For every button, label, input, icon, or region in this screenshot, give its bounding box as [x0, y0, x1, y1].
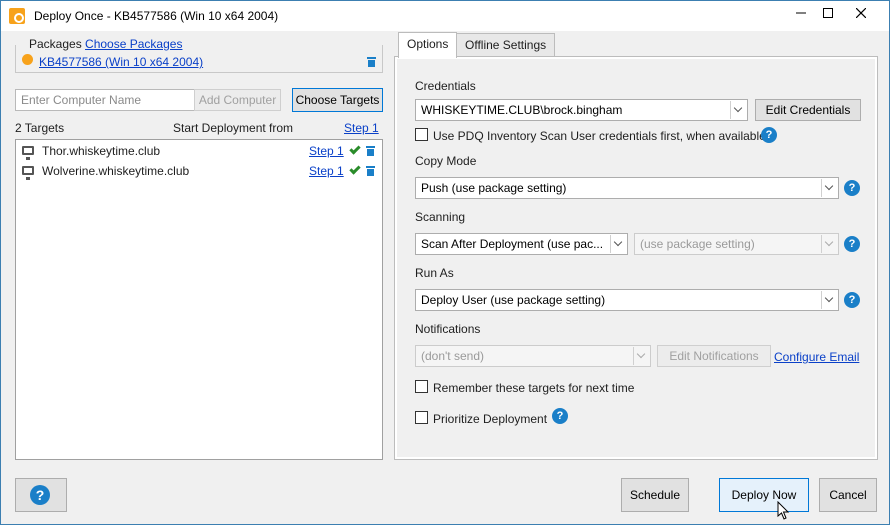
close-button[interactable] — [846, 1, 876, 29]
title-bar: Deploy Once - KB4577586 (Win 10 x64 2004… — [1, 1, 889, 31]
remove-target-trash-icon[interactable] — [366, 145, 375, 156]
edit-notifications-button[interactable]: Edit Notifications — [657, 345, 771, 367]
credentials-value: WHISKEYTIME.CLUB\brock.bingham — [421, 103, 623, 117]
chevron-down-icon — [633, 347, 649, 365]
deploy-now-button[interactable]: Deploy Now — [719, 478, 809, 512]
notifications-select[interactable]: (don't send) — [415, 345, 651, 367]
help-icon[interactable]: ? — [761, 127, 777, 143]
prioritize-deployment-checkbox[interactable] — [415, 411, 428, 424]
pdq-deploy-app-icon — [9, 8, 25, 24]
chevron-down-icon — [821, 235, 837, 253]
help-icon[interactable]: ? — [552, 408, 568, 424]
close-icon — [855, 7, 867, 19]
scan-profile-value: (use package setting) — [640, 237, 755, 251]
help-icon[interactable]: ? — [844, 180, 860, 196]
remember-targets-label: Remember these targets for next time — [433, 381, 635, 395]
add-computer-button[interactable]: Add Computer — [194, 89, 281, 111]
tab-options[interactable]: Options — [398, 32, 458, 58]
copy-mode-select[interactable]: Push (use package setting) — [415, 177, 839, 199]
cancel-button[interactable]: Cancel — [819, 478, 877, 512]
target-name: Thor.whiskeytime.club — [42, 144, 161, 158]
edit-credentials-button[interactable]: Edit Credentials — [755, 99, 861, 121]
scanning-select[interactable]: Scan After Deployment (use pac... — [415, 233, 628, 255]
remember-targets-checkbox[interactable] — [415, 380, 428, 393]
target-name: Wolverine.whiskeytime.club — [42, 164, 190, 178]
notifications-value: (don't send) — [421, 349, 484, 363]
copy-mode-label: Copy Mode — [415, 154, 477, 168]
credentials-label: Credentials — [415, 79, 476, 93]
target-row[interactable]: Wolverine.whiskeytime.club Step 1 — [16, 162, 382, 182]
schedule-button[interactable]: Schedule — [621, 478, 689, 512]
chevron-down-icon — [610, 235, 626, 253]
scan-profile-select[interactable]: (use package setting) — [634, 233, 839, 255]
targets-list: Thor.whiskeytime.club Step 1 Wolverine.w… — [15, 139, 383, 460]
question-icon: ? — [30, 485, 50, 505]
credentials-select[interactable]: WHISKEYTIME.CLUB\brock.bingham — [415, 99, 748, 121]
chevron-down-icon — [821, 291, 837, 309]
scanning-value: Scan After Deployment (use pac... — [421, 237, 604, 251]
run-as-select[interactable]: Deploy User (use package setting) — [415, 289, 839, 311]
configure-email-link[interactable]: Configure Email — [774, 350, 859, 364]
choose-targets-button[interactable]: Choose Targets — [292, 88, 383, 112]
help-icon[interactable]: ? — [844, 236, 860, 252]
remove-package-trash-icon[interactable] — [367, 56, 376, 67]
deploy-once-window: Deploy Once - KB4577586 (Win 10 x64 2004… — [0, 0, 890, 525]
copy-mode-value: Push (use package setting) — [421, 181, 567, 195]
help-button[interactable]: ? — [15, 478, 67, 512]
computer-icon — [22, 146, 34, 160]
run-as-label: Run As — [415, 266, 454, 280]
start-deployment-from-label: Start Deployment from — [173, 121, 294, 135]
maximize-icon — [823, 8, 833, 18]
target-step-link[interactable]: Step 1 — [309, 144, 344, 158]
maximize-button[interactable] — [813, 1, 843, 29]
remove-target-trash-icon[interactable] — [366, 165, 375, 176]
start-deployment-step-link[interactable]: Step 1 — [344, 121, 379, 135]
scanning-label: Scanning — [415, 210, 466, 224]
packages-legend: Packages Choose Packages — [25, 37, 187, 51]
target-step-link[interactable]: Step 1 — [309, 164, 344, 178]
prioritize-deployment-label: Prioritize Deployment — [433, 412, 548, 426]
chevron-down-icon — [821, 179, 837, 197]
targets-count: 2 Targets — [15, 121, 65, 135]
use-pdq-inventory-credentials-label: Use PDQ Inventory Scan User credentials … — [433, 129, 766, 143]
minimize-button[interactable] — [786, 1, 816, 29]
notifications-label: Notifications — [415, 322, 481, 336]
package-item-link[interactable]: KB4577586 (Win 10 x64 2004) — [39, 55, 203, 69]
packages-label: Packages — [29, 37, 82, 51]
help-icon[interactable]: ? — [844, 292, 860, 308]
minimize-icon — [796, 12, 806, 14]
mouse-cursor-icon — [777, 501, 790, 520]
run-as-value: Deploy User (use package setting) — [421, 293, 606, 307]
tab-offline-settings[interactable]: Offline Settings — [456, 33, 556, 57]
chevron-down-icon — [730, 101, 746, 119]
window-title: Deploy Once - KB4577586 (Win 10 x64 2004… — [34, 9, 279, 23]
use-pdq-inventory-credentials-checkbox[interactable] — [415, 128, 428, 141]
check-icon — [349, 163, 361, 175]
check-icon — [349, 143, 361, 155]
choose-packages-link[interactable]: Choose Packages — [85, 37, 182, 51]
target-row[interactable]: Thor.whiskeytime.club Step 1 — [16, 142, 382, 162]
package-icon — [22, 54, 33, 65]
computer-icon — [22, 166, 34, 180]
computer-name-input[interactable]: Enter Computer Name — [15, 89, 195, 111]
